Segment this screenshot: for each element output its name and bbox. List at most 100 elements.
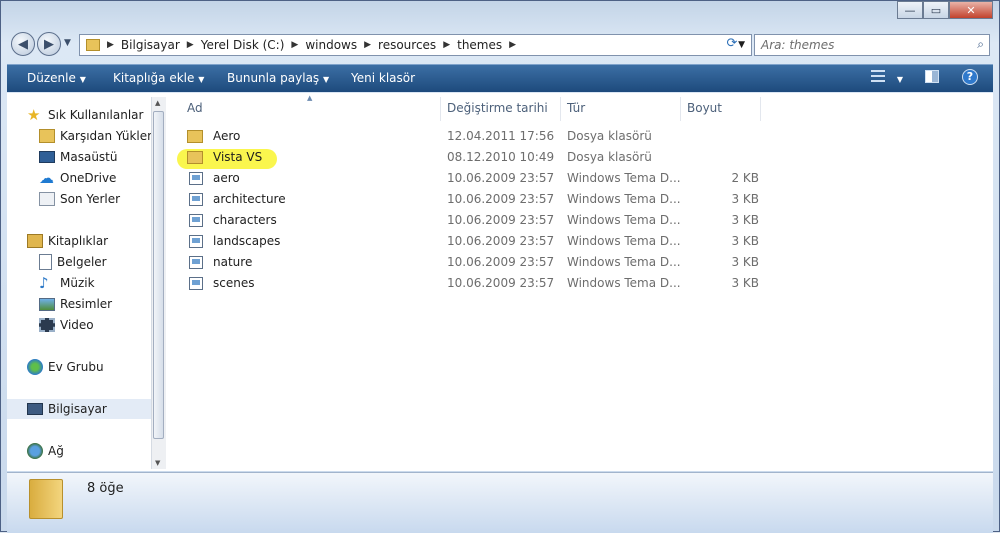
nav-recent[interactable]: Son Yerler bbox=[39, 189, 120, 209]
file-name: Aero bbox=[213, 129, 241, 143]
breadcrumb-windows[interactable]: windows bbox=[301, 38, 361, 52]
include-library-menu[interactable]: Kitaplığa ekle ▼ bbox=[113, 71, 204, 85]
nav-videos[interactable]: Video bbox=[39, 315, 94, 335]
folder-icon bbox=[86, 39, 100, 51]
theme-file-icon bbox=[189, 193, 203, 206]
nav-homegroup[interactable]: Ev Grubu bbox=[27, 357, 104, 377]
file-row[interactable]: Aero 12.04.2011 17:56 Dosya klasörü bbox=[181, 126, 761, 147]
nav-computer[interactable]: Bilgisayar bbox=[7, 399, 151, 419]
file-type: Windows Tema D... bbox=[567, 192, 681, 206]
chevron-down-icon: ▼ bbox=[198, 75, 205, 84]
film-icon bbox=[39, 318, 55, 332]
scroll-up-icon[interactable]: ▲ bbox=[155, 99, 160, 107]
nav-pictures[interactable]: Resimler bbox=[39, 294, 112, 314]
nav-libraries[interactable]: Kitaplıklar bbox=[27, 231, 108, 251]
address-bar[interactable]: ▶ Bilgisayar ▶ Yerel Disk (C:) ▶ windows… bbox=[79, 34, 752, 56]
breadcrumb-local-disk[interactable]: Yerel Disk (C:) bbox=[197, 38, 289, 52]
homegroup-icon bbox=[27, 359, 43, 375]
chevron-down-icon: ▼ bbox=[896, 75, 903, 84]
chevron-right-icon[interactable]: ▶ bbox=[184, 40, 197, 50]
chevron-down-icon: ▼ bbox=[79, 75, 86, 84]
breadcrumb-computer[interactable]: Bilgisayar bbox=[117, 38, 184, 52]
file-date: 10.06.2009 23:57 bbox=[447, 213, 555, 227]
file-name: landscapes bbox=[213, 234, 281, 248]
theme-file-icon bbox=[189, 214, 203, 227]
nav-music[interactable]: ♪ Müzik bbox=[39, 273, 95, 293]
file-name: aero bbox=[213, 171, 240, 185]
nav-homegroup-label: Ev Grubu bbox=[48, 360, 104, 374]
file-list: ▲ Ad Değiştirme tarihi Tür Boyut Aero 12.… bbox=[167, 93, 993, 471]
nav-network[interactable]: Ağ bbox=[27, 441, 64, 461]
back-button[interactable]: ◀ bbox=[11, 32, 35, 56]
refresh-button[interactable]: ⟳ bbox=[722, 36, 742, 54]
file-size: 3 KB bbox=[731, 213, 759, 227]
preview-pane-button[interactable] bbox=[925, 70, 939, 86]
search-placeholder: Ara: themes bbox=[761, 38, 835, 52]
theme-file-icon bbox=[189, 235, 203, 248]
maximize-button[interactable]: ▭ bbox=[923, 1, 949, 19]
nav-documents-label: Belgeler bbox=[57, 255, 107, 269]
close-button[interactable]: ✕ bbox=[949, 1, 993, 19]
file-date: 10.06.2009 23:57 bbox=[447, 234, 555, 248]
column-header-name[interactable]: Ad bbox=[181, 97, 441, 121]
forward-button[interactable]: ▶ bbox=[37, 32, 61, 56]
arrow-right-icon: ▶ bbox=[44, 36, 54, 52]
minimize-button[interactable]: — bbox=[897, 1, 923, 19]
music-note-icon: ♪ bbox=[39, 274, 49, 292]
nav-favorites[interactable]: ★ Sık Kullanılanlar bbox=[27, 105, 143, 125]
file-name: characters bbox=[213, 213, 277, 227]
file-date: 12.04.2011 17:56 bbox=[447, 129, 555, 143]
recent-pages-dropdown[interactable]: ▼ bbox=[64, 38, 71, 48]
file-type: Windows Tema D... bbox=[567, 234, 681, 248]
file-row[interactable]: architecture 10.06.2009 23:57 Windows Tema… bbox=[181, 189, 761, 210]
nav-libraries-label: Kitaplıklar bbox=[48, 234, 109, 248]
computer-icon bbox=[27, 403, 43, 415]
nav-documents[interactable]: Belgeler bbox=[39, 252, 107, 272]
file-name: nature bbox=[213, 255, 253, 269]
column-header-type[interactable]: Tür bbox=[561, 97, 681, 121]
column-header-modified[interactable]: Değiştirme tarihi bbox=[441, 97, 561, 121]
desktop-icon bbox=[39, 151, 55, 163]
share-menu[interactable]: Bununla paylaş ▼ bbox=[227, 71, 329, 85]
search-input[interactable]: Ara: themes ⌕ bbox=[754, 34, 990, 56]
nav-desktop[interactable]: Masaüstü bbox=[39, 147, 117, 167]
explorer-window: — ▭ ✕ ◀ ▶ ▼ ▶ Bilgisayar ▶ Yerel Disk (C… bbox=[0, 0, 1000, 533]
file-row[interactable]: landscapes 10.06.2009 23:57 Windows Tema D… bbox=[181, 231, 761, 252]
file-row[interactable]: nature 10.06.2009 23:57 Windows Tema D... 3… bbox=[181, 252, 761, 273]
organize-menu[interactable]: Düzenle ▼ bbox=[27, 71, 86, 85]
search-icon[interactable]: ⌕ bbox=[977, 37, 984, 52]
nav-computer-label: Bilgisayar bbox=[48, 402, 107, 416]
column-header-size[interactable]: Boyut bbox=[681, 97, 761, 121]
chevron-down-icon: ▼ bbox=[64, 38, 71, 48]
nav-scrollbar[interactable]: ▲ ▼ bbox=[151, 97, 166, 469]
breadcrumb-themes[interactable]: themes bbox=[453, 38, 506, 52]
nav-downloads[interactable]: Karşıdan Yüklem bbox=[39, 126, 153, 146]
nav-onedrive[interactable]: ☁ OneDrive bbox=[39, 168, 116, 188]
chevron-right-icon[interactable]: ▶ bbox=[440, 40, 453, 50]
scroll-down-icon[interactable]: ▼ bbox=[155, 459, 160, 467]
new-folder-button[interactable]: Yeni klasör bbox=[351, 71, 415, 85]
file-type: Windows Tema D... bbox=[567, 213, 681, 227]
file-row[interactable]: scenes 10.06.2009 23:57 Windows Tema D... 3… bbox=[181, 273, 761, 294]
item-count: 8 öğe bbox=[87, 481, 124, 496]
nav-scrollbar-thumb[interactable] bbox=[153, 111, 164, 439]
command-bar: Düzenle ▼ Kitaplığa ekle ▼ Bununla payla… bbox=[7, 64, 993, 92]
file-row[interactable]: characters 10.06.2009 23:57 Windows Tema D… bbox=[181, 210, 761, 231]
folder-icon bbox=[187, 130, 203, 143]
breadcrumb-resources[interactable]: resources bbox=[374, 38, 440, 52]
view-options-button[interactable]: ▼ bbox=[871, 70, 903, 85]
content-area: ★ Sık Kullanılanlar Karşıdan Yüklem Masa… bbox=[7, 93, 993, 471]
file-row[interactable]: Vista VS 08.12.2010 10:49 Dosya klasörü bbox=[181, 147, 761, 168]
nav-recent-label: Son Yerler bbox=[60, 192, 121, 206]
file-date: 08.12.2010 10:49 bbox=[447, 150, 555, 164]
help-button[interactable]: ? bbox=[962, 69, 978, 85]
documents-icon bbox=[39, 254, 52, 270]
file-date: 10.06.2009 23:57 bbox=[447, 171, 555, 185]
pictures-icon bbox=[39, 297, 55, 311]
nav-favorites-label: Sık Kullanılanlar bbox=[48, 108, 144, 122]
chevron-right-icon[interactable]: ▶ bbox=[361, 40, 374, 50]
file-row[interactable]: aero 10.06.2009 23:57 Windows Tema D... 2 K… bbox=[181, 168, 761, 189]
chevron-right-icon[interactable]: ▶ bbox=[506, 40, 519, 50]
chevron-right-icon[interactable]: ▶ bbox=[288, 40, 301, 50]
nav-music-label: Müzik bbox=[60, 276, 95, 290]
